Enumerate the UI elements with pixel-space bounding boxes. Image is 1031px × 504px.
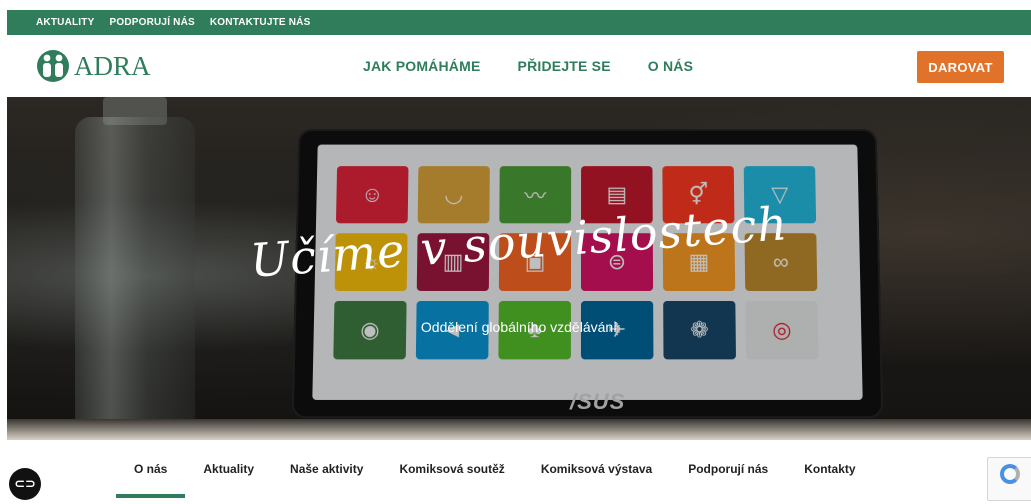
adra-emblem-icon — [37, 50, 69, 82]
chat-bubble-icon[interactable]: ⊂⊃ — [9, 468, 41, 500]
hero-subtitle: Oddělení globálního vzdělávání — [420, 319, 618, 335]
subnav-item-komiksova-soutez[interactable]: Komiksová soutěž — [399, 462, 504, 476]
recaptcha-badge[interactable] — [987, 457, 1031, 501]
main-navigation: ADRA JAK POMÁHÁME PŘIDEJTE SE O NÁS DARO… — [7, 35, 1031, 97]
primary-nav-links: JAK POMÁHÁME PŘIDEJTE SE O NÁS — [363, 35, 730, 97]
hero-banner: ☺ ◡ 〰 ▤ ⚥ ▽ ☼ ▥ ▣ ⊜ ▦ ∞ ◉ ◄ ♣ ✈ ❁ ◎ /SUS — [7, 97, 1031, 440]
section-subnav: O nás Aktuality Naše aktivity Komiksová … — [7, 440, 1031, 504]
page-frame: AKTUALITY PODPORUJÍ NÁS KONTAKTUJTE NÁS … — [7, 10, 1031, 504]
subnav-item-aktuality[interactable]: Aktuality — [203, 462, 254, 476]
adra-logo[interactable]: ADRA — [35, 49, 151, 83]
subnav-item-kontakty[interactable]: Kontakty — [804, 462, 855, 476]
nav-link-pridejte-se[interactable]: PŘIDEJTE SE — [518, 58, 611, 74]
donate-button[interactable]: DAROVAT — [917, 51, 1004, 83]
subnav-item-podporuji-nas[interactable]: Podporují nás — [688, 462, 768, 476]
topbar-link-podporuji-nas[interactable]: PODPORUJÍ NÁS — [109, 17, 194, 28]
topbar-link-kontaktujte-nas[interactable]: KONTAKTUJTE NÁS — [210, 17, 311, 28]
subnav-item-komiksova-vystava[interactable]: Komiksová výstava — [541, 462, 652, 476]
subnav-items: O nás Aktuality Naše aktivity Komiksová … — [115, 440, 856, 498]
top-utility-bar: AKTUALITY PODPORUJÍ NÁS KONTAKTUJTE NÁS — [7, 10, 1031, 35]
logo-text: ADRA — [74, 50, 151, 81]
subnav-item-o-nas[interactable]: O nás — [115, 462, 186, 498]
recaptcha-icon — [1000, 464, 1020, 484]
subnav-item-nase-aktivity[interactable]: Naše aktivity — [290, 462, 363, 476]
topbar-link-aktuality[interactable]: AKTUALITY — [36, 17, 94, 28]
table-surface-decoration — [7, 419, 1031, 440]
nav-link-jak-pomahame[interactable]: JAK POMÁHÁME — [363, 58, 481, 74]
nav-link-o-nas[interactable]: O NÁS — [648, 58, 693, 74]
